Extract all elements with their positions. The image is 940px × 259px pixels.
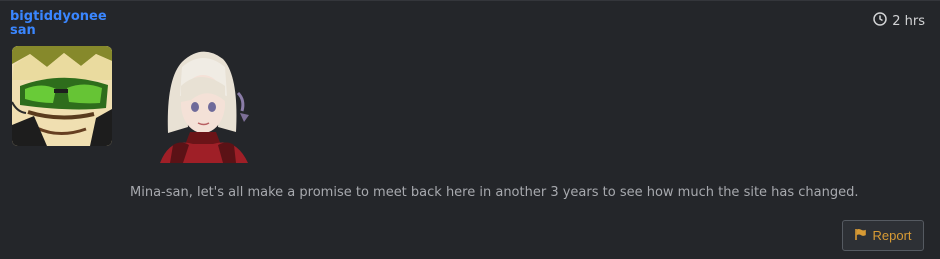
forum-post: bigtiddyoneesan 2 hrs Mina-san, let's al…	[0, 0, 940, 259]
report-button[interactable]: Report	[842, 220, 924, 251]
author-avatar[interactable]	[12, 46, 112, 146]
flag-icon	[854, 228, 867, 244]
post-time-label: 2 hrs	[892, 13, 925, 29]
post-image[interactable]	[148, 41, 258, 163]
avatar-illustration	[12, 46, 112, 146]
anime-character-image	[160, 51, 249, 163]
author-username[interactable]: bigtiddyoneesan	[10, 10, 110, 38]
post-time: 2 hrs	[873, 12, 925, 30]
post-message: Mina-san, let's all make a promise to me…	[130, 185, 859, 200]
clock-icon	[873, 12, 887, 30]
report-button-label: Report	[872, 228, 912, 243]
